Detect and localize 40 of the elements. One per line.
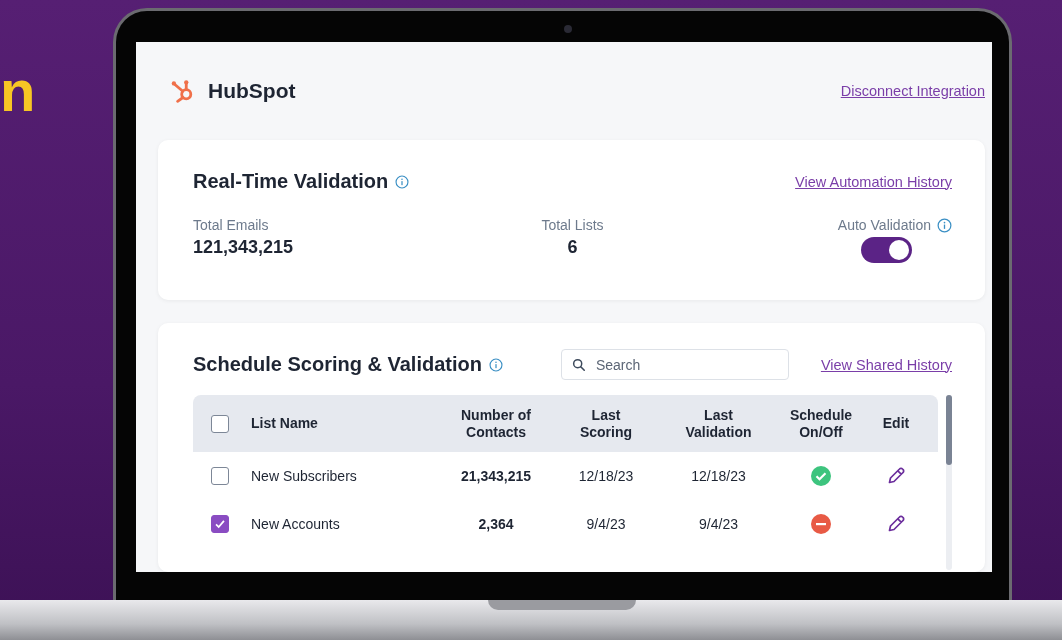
shared-history-link[interactable]: View Shared History xyxy=(820,356,952,373)
toggle-label: Auto Validation xyxy=(837,217,931,233)
table-cell: 9/4/23 xyxy=(699,516,738,532)
check-circle-icon[interactable] xyxy=(811,466,831,486)
stat-label: Total Lists xyxy=(541,217,604,233)
pencil-icon[interactable] xyxy=(886,514,906,534)
minus-circle-icon[interactable] xyxy=(811,514,831,534)
card-title: Real-Time Validation xyxy=(193,170,389,193)
row-checkbox[interactable] xyxy=(211,467,229,485)
select-all-checkbox[interactable] xyxy=(211,414,229,433)
stat-value: 121,343,215 xyxy=(193,237,295,258)
search-field[interactable]: Search xyxy=(560,349,789,380)
column-header: Number of Contacts xyxy=(460,406,532,441)
table-cell: 12/18/23 xyxy=(578,468,634,484)
stat-value: 6 xyxy=(567,237,578,258)
column-header: Schedule On/Off xyxy=(788,406,854,441)
auto-validation-toggle[interactable] xyxy=(861,237,912,263)
table-cell: New Accounts xyxy=(251,516,340,532)
info-icon xyxy=(937,217,952,233)
table-cell: 21,343,215 xyxy=(460,468,532,484)
column-header: Last Scoring xyxy=(578,406,634,441)
row-checkbox[interactable] xyxy=(211,515,229,533)
info-icon xyxy=(488,357,503,372)
disconnect-link[interactable]: Disconnect Integration xyxy=(840,83,985,99)
card-title: Schedule Scoring & Validation xyxy=(193,353,482,376)
app-name: HubSpot xyxy=(208,79,296,103)
stat-label: Total Emails xyxy=(193,217,270,233)
column-header: Edit xyxy=(882,415,910,432)
automation-history-link[interactable]: View Automation History xyxy=(795,173,952,190)
table-cell: 2,364 xyxy=(478,516,514,532)
camera-icon xyxy=(564,25,572,33)
column-header: Last Validation xyxy=(684,406,753,441)
scrollbar[interactable] xyxy=(946,395,952,570)
pencil-icon[interactable] xyxy=(886,466,906,486)
headline-text: n xyxy=(0,62,36,120)
info-icon xyxy=(395,174,410,189)
table-cell: 9/4/23 xyxy=(586,516,626,532)
table-cell: New Subscribers xyxy=(251,468,357,484)
table-cell: 12/18/23 xyxy=(691,468,746,484)
column-header: List Name xyxy=(251,415,318,432)
